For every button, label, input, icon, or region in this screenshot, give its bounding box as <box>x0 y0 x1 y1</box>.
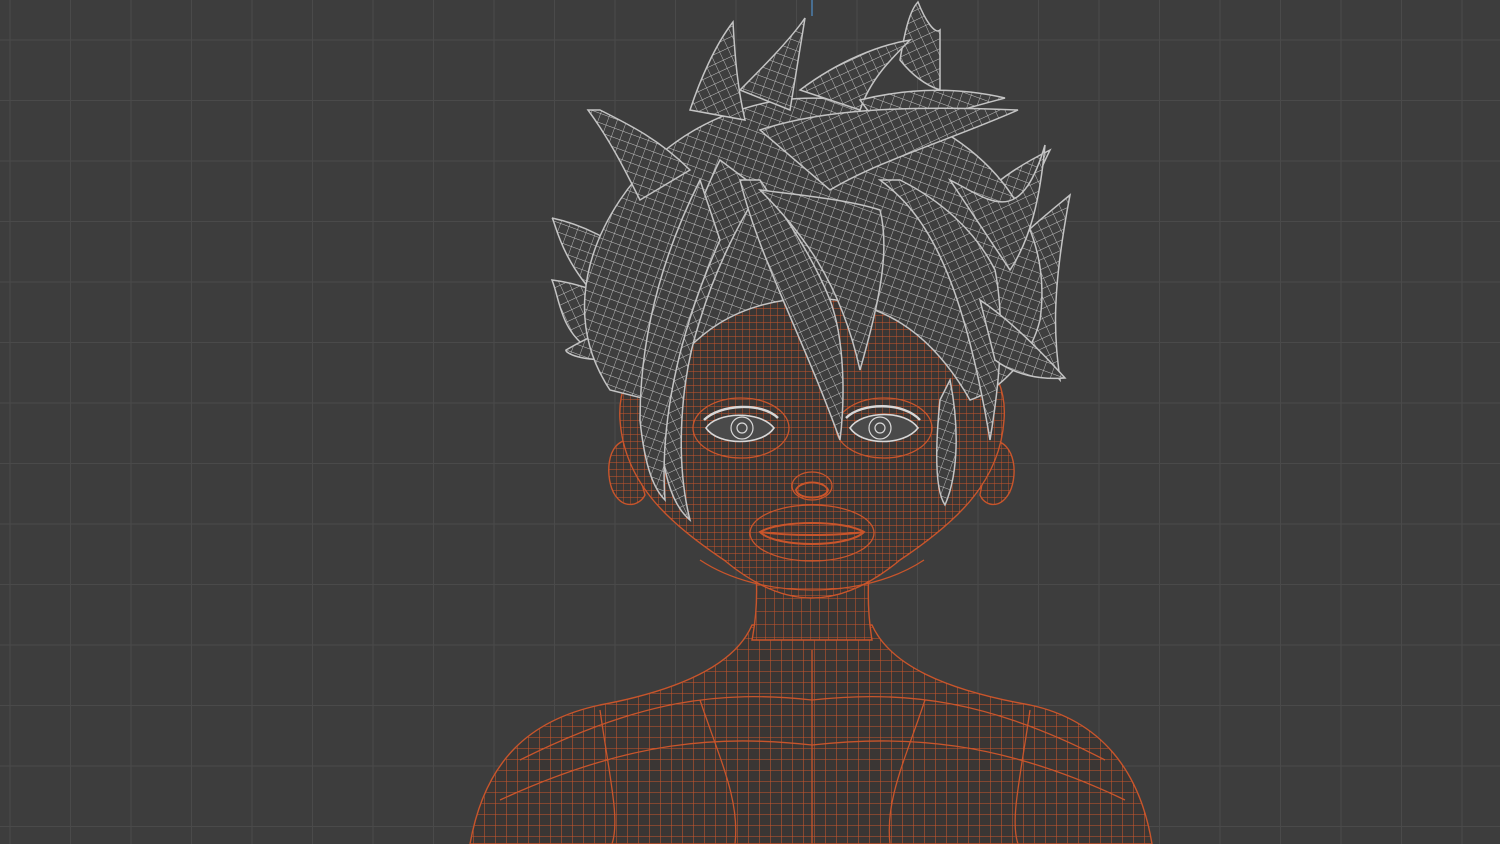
3d-viewport[interactable] <box>0 0 1500 844</box>
hair-spike-wire <box>900 2 940 90</box>
body-mesh[interactable] <box>469 297 1153 844</box>
viewport-canvas[interactable] <box>0 0 1500 844</box>
hair-spike-wire <box>690 22 745 120</box>
hair-spike-wire <box>740 18 805 110</box>
